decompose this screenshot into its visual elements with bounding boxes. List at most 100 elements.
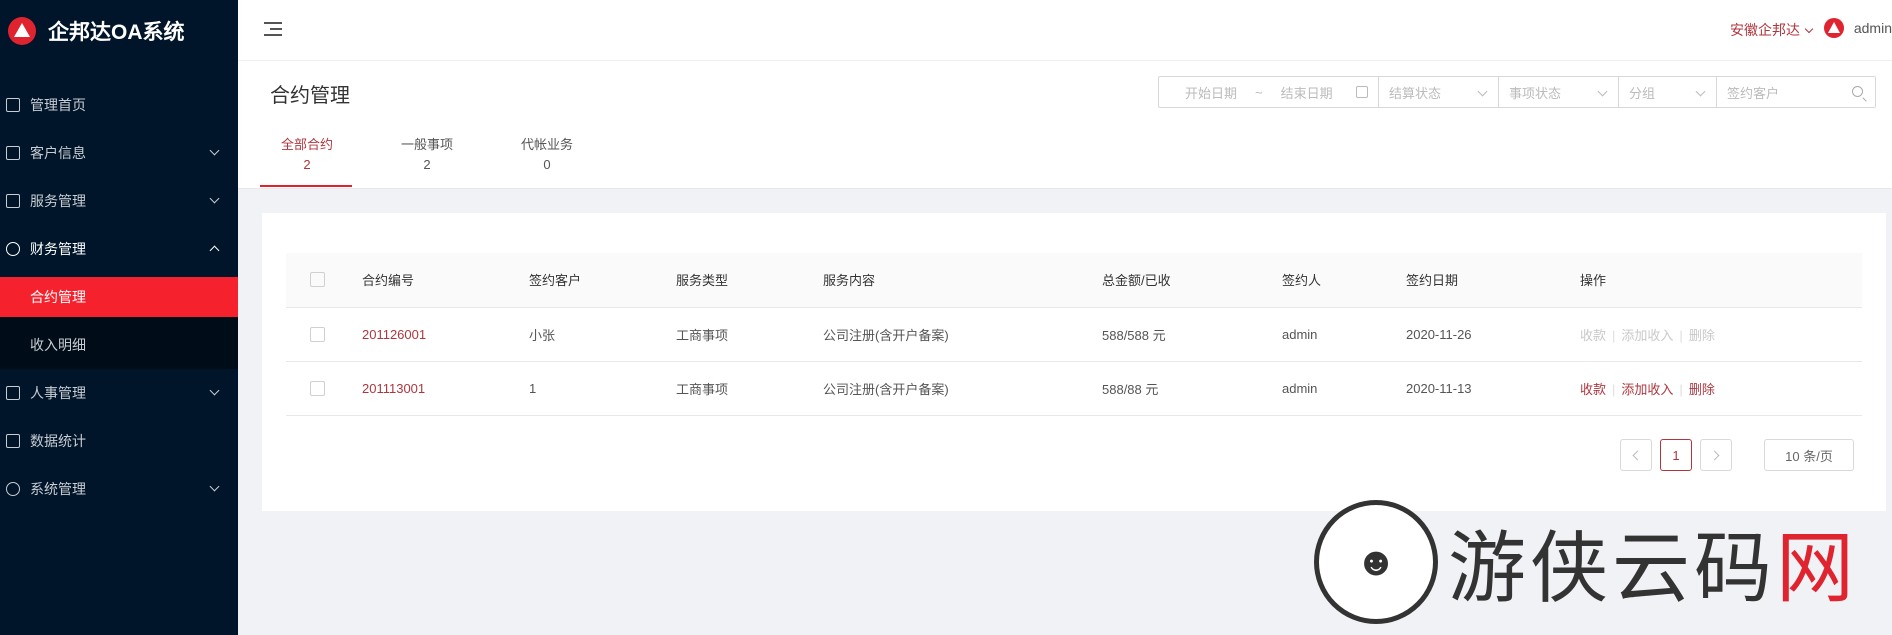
sidebar-item-label: 数据统计 bbox=[30, 433, 86, 449]
home-icon bbox=[6, 98, 20, 112]
tab-count: 2 bbox=[423, 157, 431, 172]
sidebar-item-stats[interactable]: 数据统计 bbox=[0, 417, 238, 465]
cell-date: 2020-11-26 bbox=[1406, 326, 1472, 342]
date-range-picker[interactable]: 开始日期 ~ 结束日期 bbox=[1159, 77, 1379, 107]
search-icon[interactable] bbox=[1852, 86, 1863, 97]
tab-all-contracts[interactable]: 全部合约 2 bbox=[260, 135, 352, 187]
chevron-down-icon bbox=[209, 193, 220, 204]
tab-bookkeeping[interactable]: 代帐业务 0 bbox=[502, 135, 592, 187]
sidebar-subitem-label: 收入明细 bbox=[30, 337, 86, 353]
col-header: 总金额/已收 bbox=[1102, 273, 1171, 289]
contract-id-link[interactable]: 201113001 bbox=[362, 361, 529, 415]
cell-content: 公司注册(含开户备案) bbox=[823, 381, 949, 397]
select-placeholder: 事项状态 bbox=[1509, 85, 1562, 101]
sidebar-item-finance[interactable]: 财务管理 bbox=[0, 225, 238, 273]
sidebar-subitem-contracts[interactable]: 合约管理 bbox=[0, 277, 238, 317]
sidebar-item-system[interactable]: 系统管理 bbox=[0, 465, 238, 513]
search-placeholder: 签约客户 bbox=[1727, 85, 1780, 101]
col-header: 合约编号 bbox=[362, 273, 415, 289]
range-separator: ~ bbox=[1255, 84, 1263, 100]
menu-fold-icon[interactable] bbox=[264, 22, 282, 38]
sidebar-item-hr[interactable]: 人事管理 bbox=[0, 369, 238, 417]
page-number-button[interactable]: 1 bbox=[1660, 439, 1692, 471]
watermark: ☻ 游侠云码网 bbox=[1314, 500, 1858, 624]
cell-signer: admin bbox=[1282, 380, 1318, 396]
username: admin bbox=[1853, 20, 1892, 36]
select-placeholder: 结算状态 bbox=[1389, 85, 1442, 101]
cell-signer: admin bbox=[1282, 326, 1318, 342]
col-header: 签约人 bbox=[1282, 273, 1322, 289]
company-switcher[interactable]: 安徽企邦达 bbox=[1730, 20, 1812, 40]
app-logo[interactable]: 企邦达OA系统 bbox=[0, 0, 238, 61]
collect-button[interactable]: 收款 bbox=[1580, 382, 1606, 397]
cell-date: 2020-11-13 bbox=[1406, 380, 1472, 396]
chevron-down-icon bbox=[209, 145, 220, 156]
page-title: 合约管理 bbox=[270, 85, 350, 107]
chevron-right-icon bbox=[1709, 450, 1720, 460]
sidebar: 企邦达OA系统 管理首页 客户信息 服务管理 财务管理 合约管理 收入明细 人事… bbox=[0, 0, 238, 635]
col-header: 服务内容 bbox=[823, 273, 876, 289]
contract-tabs: 全部合约 2 一般事项 2 代帐业务 0 bbox=[260, 135, 622, 187]
cell-actions: 收款 | 添加收入 | 删除 bbox=[1580, 381, 1715, 397]
top-header: 安徽企邦达 admin bbox=[238, 0, 1892, 61]
cell-content: 公司注册(含开户备案) bbox=[823, 327, 949, 343]
chevron-down-icon bbox=[1597, 86, 1608, 97]
logo-icon bbox=[8, 16, 36, 45]
col-header: 服务类型 bbox=[676, 273, 729, 289]
cell-amount: 588/588 元 bbox=[1102, 327, 1166, 343]
watermark-text: 游侠云码网 bbox=[1448, 524, 1859, 614]
table-row: 201126001 小张 工商事项 公司注册(含开户备案) 588/588 元 … bbox=[286, 307, 1862, 361]
select-all-checkbox[interactable] bbox=[310, 272, 325, 288]
chevron-down-icon bbox=[1695, 86, 1706, 97]
tab-count: 2 bbox=[303, 157, 311, 172]
cell-customer: 1 bbox=[529, 380, 537, 396]
add-income-button[interactable]: 添加收入 bbox=[1621, 382, 1673, 397]
group-select[interactable]: 分组 bbox=[1619, 77, 1717, 107]
sidebar-item-services[interactable]: 服务管理 bbox=[0, 177, 238, 225]
row-checkbox[interactable] bbox=[310, 326, 325, 342]
col-header: 签约客户 bbox=[529, 273, 582, 289]
sidebar-menu: 管理首页 客户信息 服务管理 财务管理 合约管理 收入明细 人事管理 数据统计 … bbox=[0, 81, 238, 513]
settle-status-select[interactable]: 结算状态 bbox=[1379, 77, 1499, 107]
sidebar-subitem-label: 合约管理 bbox=[30, 289, 86, 305]
customer-search-input[interactable]: 签约客户 bbox=[1717, 77, 1875, 107]
end-date-placeholder: 结束日期 bbox=[1280, 85, 1333, 101]
delete-button[interactable]: 删除 bbox=[1689, 382, 1715, 397]
chevron-down-icon bbox=[1477, 86, 1488, 97]
sidebar-item-home[interactable]: 管理首页 bbox=[0, 81, 238, 129]
table-row: 201113001 1 工商事项 公司注册(含开户备案) 588/88 元 ad… bbox=[286, 361, 1862, 415]
page-header: 合约管理 开始日期 ~ 结束日期 结算状态 事项状态 分组 签约客户 全部合约 … bbox=[238, 61, 1892, 189]
chevron-up-icon bbox=[209, 245, 220, 256]
document-icon bbox=[6, 194, 20, 208]
next-page-button[interactable] bbox=[1700, 439, 1732, 471]
chevron-down-icon bbox=[209, 481, 220, 492]
user-menu[interactable]: admin bbox=[1823, 18, 1892, 38]
contract-id-link[interactable]: 201126001 bbox=[362, 307, 529, 361]
app-title: 企邦达OA系统 bbox=[48, 20, 185, 44]
row-checkbox[interactable] bbox=[310, 380, 325, 396]
contracts-table: 合约编号 签约客户 服务类型 服务内容 总金额/已收 签约人 签约日期 操作 2… bbox=[286, 253, 1862, 416]
cell-customer: 小张 bbox=[529, 327, 556, 343]
page-size-select[interactable]: 10 条/页 bbox=[1764, 439, 1854, 471]
tab-label: 一般事项 bbox=[400, 137, 453, 152]
prev-page-button[interactable] bbox=[1620, 439, 1652, 471]
tab-general-items[interactable]: 一般事项 2 bbox=[382, 135, 472, 187]
sidebar-subitem-income[interactable]: 收入明细 bbox=[0, 321, 238, 369]
pagination: 1 10 条/页 bbox=[1620, 439, 1854, 471]
sidebar-item-label: 管理首页 bbox=[30, 97, 86, 113]
collect-button[interactable]: 收款 bbox=[1580, 328, 1606, 343]
sidebar-item-label: 客户信息 bbox=[30, 145, 86, 161]
item-status-select[interactable]: 事项状态 bbox=[1499, 77, 1619, 107]
cell-actions: 收款 | 添加收入 | 删除 bbox=[1580, 327, 1715, 343]
tab-label: 代帐业务 bbox=[520, 137, 573, 152]
select-placeholder: 分组 bbox=[1629, 85, 1656, 101]
add-income-button[interactable]: 添加收入 bbox=[1621, 328, 1673, 343]
sidebar-item-label: 人事管理 bbox=[30, 385, 86, 401]
tab-count: 0 bbox=[543, 157, 551, 172]
delete-button[interactable]: 删除 bbox=[1689, 328, 1715, 343]
chevron-down-icon bbox=[209, 385, 220, 396]
cell-type: 工商事项 bbox=[676, 327, 729, 343]
hacker-logo-icon: ☻ bbox=[1314, 500, 1438, 624]
sidebar-item-customers[interactable]: 客户信息 bbox=[0, 129, 238, 177]
sidebar-item-label: 服务管理 bbox=[30, 193, 86, 209]
